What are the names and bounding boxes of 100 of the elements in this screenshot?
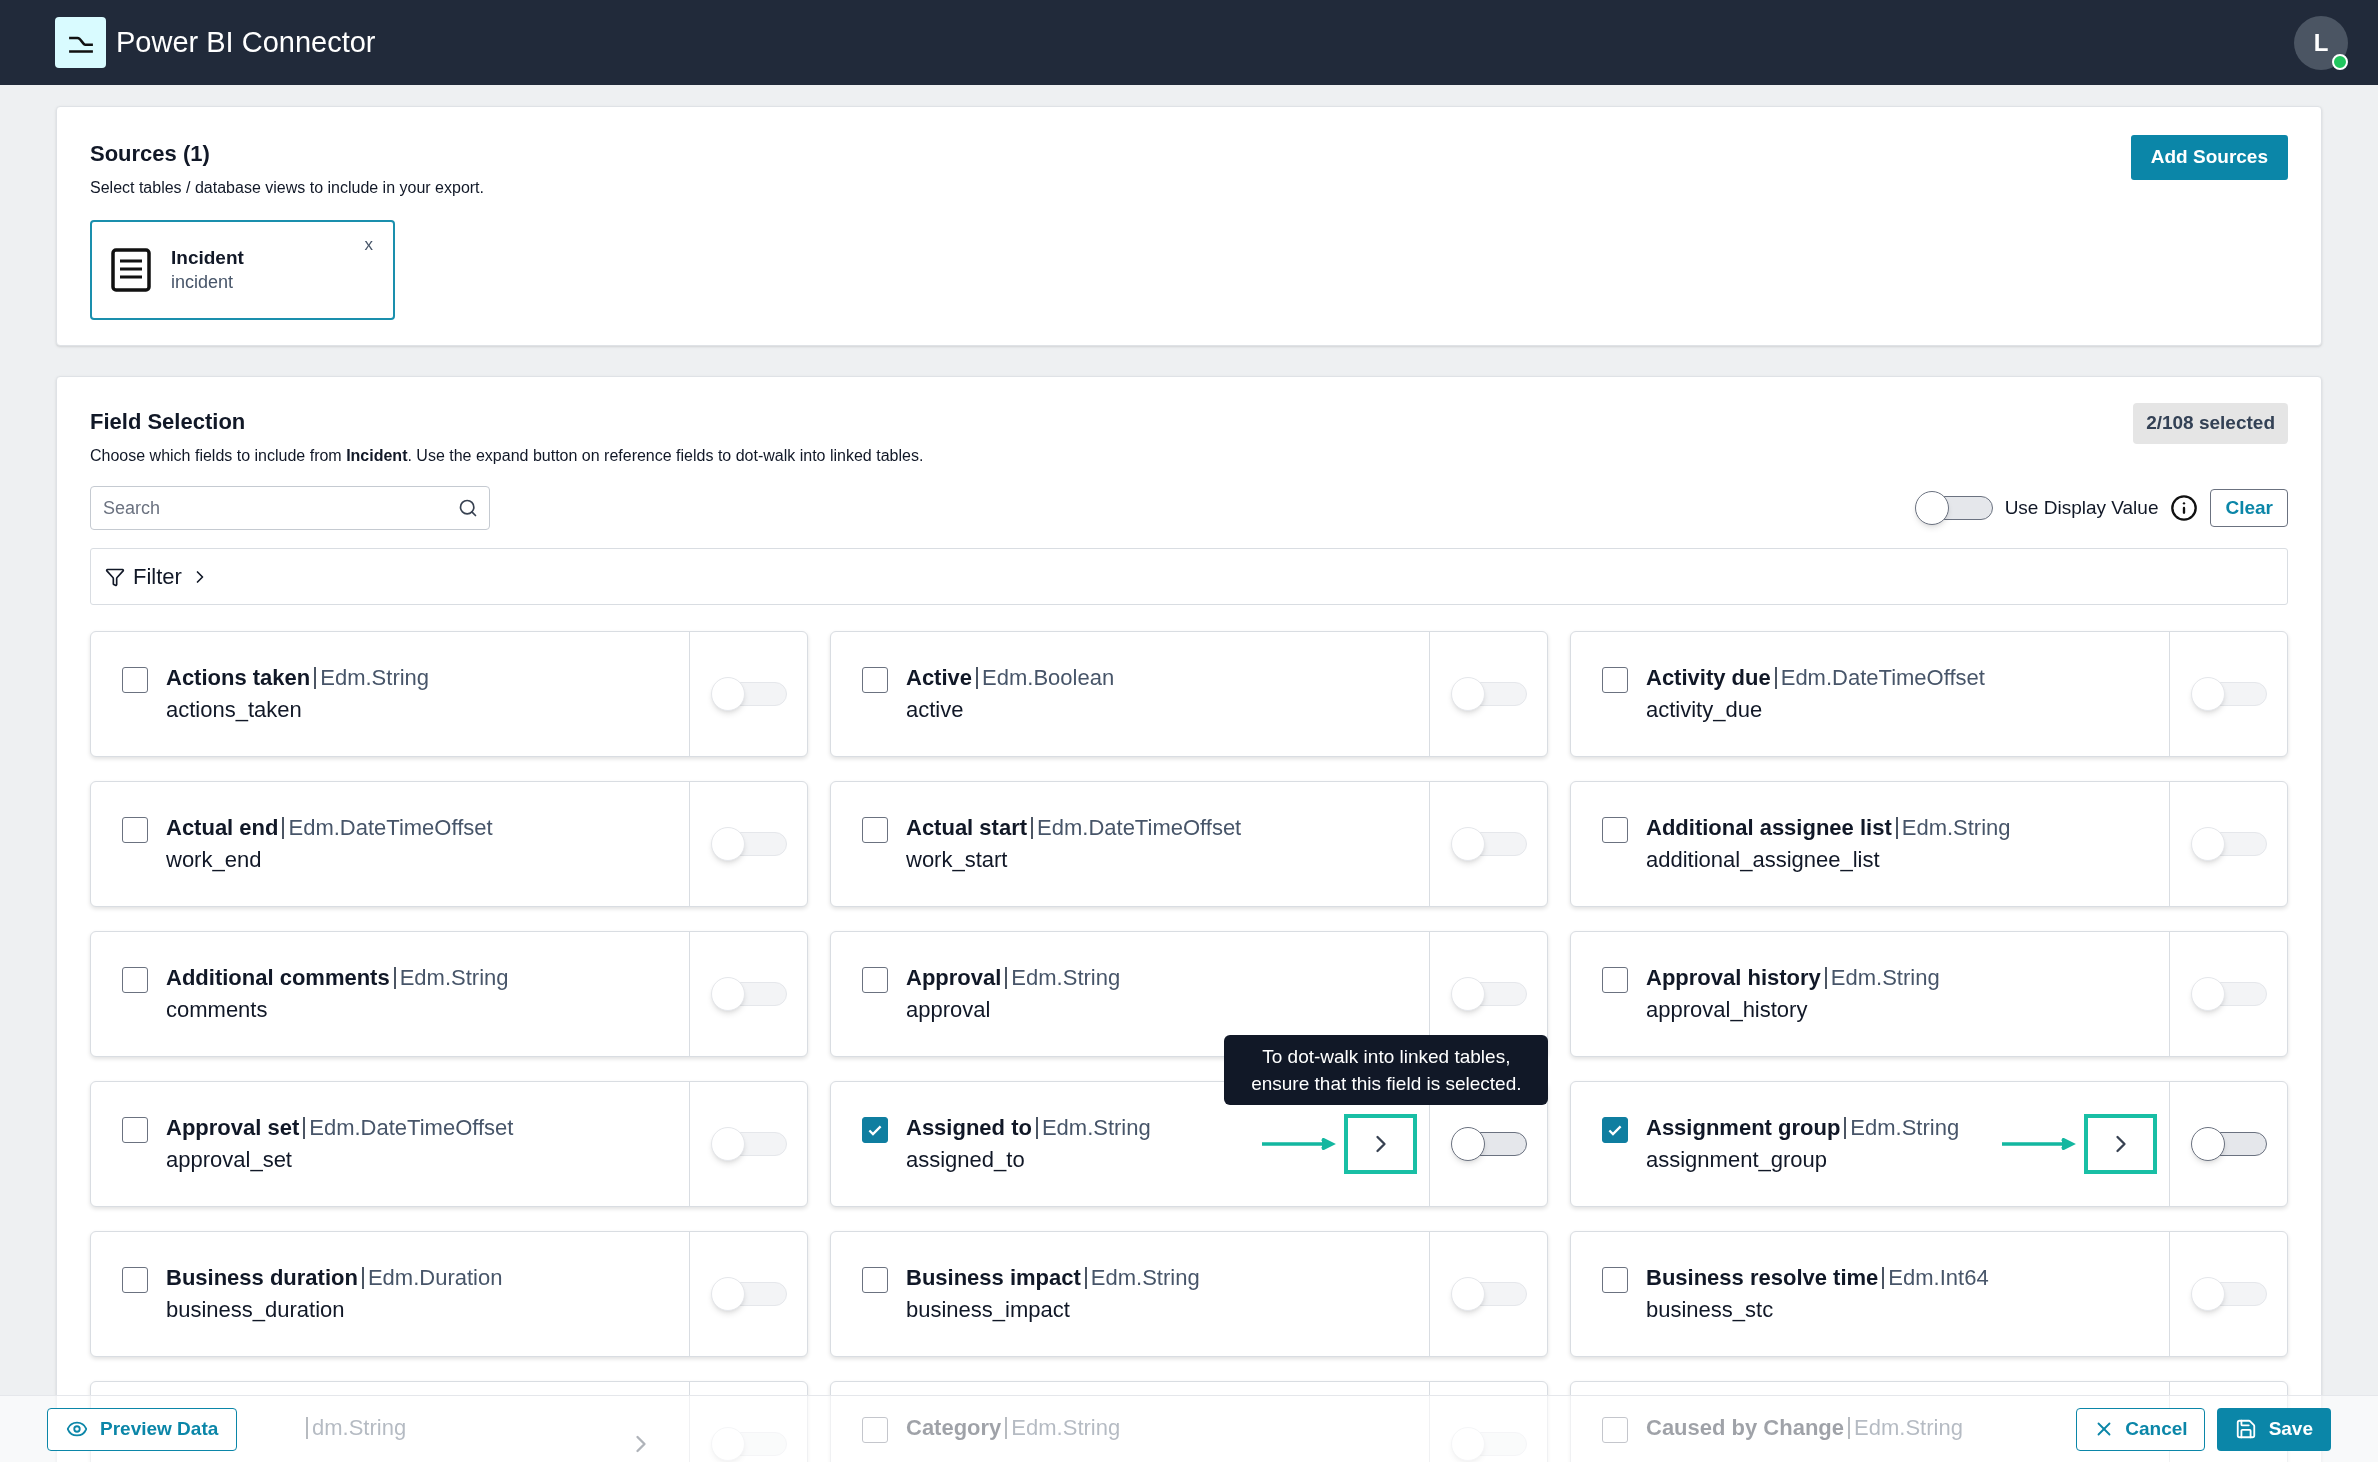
online-status-icon bbox=[2332, 53, 2348, 70]
section-subtitle: Select tables / database views to include in your export. bbox=[90, 178, 484, 198]
field-type: Edm.String bbox=[1850, 1114, 1960, 1142]
cancel-button[interactable]: Cancel bbox=[2076, 1407, 2205, 1451]
checkbox[interactable] bbox=[862, 1117, 888, 1143]
field-type: Edm.String bbox=[1854, 1414, 1963, 1442]
field-name: Caused by Change bbox=[1646, 1414, 1845, 1442]
checkbox[interactable] bbox=[862, 1417, 888, 1443]
toggle-switch[interactable] bbox=[710, 1277, 787, 1311]
source-name: Incident bbox=[171, 246, 244, 270]
field-api-name: business_impact bbox=[906, 1296, 1071, 1324]
field-type: Edm.DateTimeOffset bbox=[288, 814, 493, 842]
checkbox[interactable] bbox=[122, 1267, 148, 1293]
field-name: Approval set bbox=[166, 1114, 300, 1142]
checkbox[interactable] bbox=[1602, 817, 1628, 843]
checkbox[interactable] bbox=[862, 967, 888, 993]
tooltip: To dot-walk into linked tables, ensure that this field is selected. bbox=[1224, 1035, 1549, 1105]
field-name: Business resolve time bbox=[1646, 1264, 1879, 1292]
toggle-label: Use Display Value bbox=[2004, 495, 2159, 520]
checkbox[interactable] bbox=[1602, 1117, 1628, 1143]
field-api-name: business_duration bbox=[166, 1296, 346, 1324]
clear-button[interactable]: Clear bbox=[2210, 489, 2288, 527]
field-name: Approval bbox=[906, 964, 1002, 992]
toggle-switch[interactable] bbox=[2190, 827, 2267, 861]
filter-icon bbox=[105, 566, 125, 587]
toggle-switch[interactable] bbox=[2190, 1127, 2267, 1161]
field-name: Actual start bbox=[906, 814, 1028, 842]
field-name: Approval history bbox=[1646, 964, 1821, 992]
arrow-icon bbox=[1262, 1138, 1336, 1150]
remove-button[interactable]: x bbox=[364, 232, 373, 258]
field-type: Edm.String bbox=[1041, 1114, 1151, 1142]
field-api-name: approval_set bbox=[166, 1146, 293, 1174]
checkbox[interactable] bbox=[122, 967, 148, 993]
search-field[interactable]: Search bbox=[90, 486, 490, 530]
field-api-name: work_end bbox=[166, 846, 263, 874]
save-button[interactable]: Save bbox=[2216, 1407, 2331, 1451]
field-type: Edm.DateTimeOffset bbox=[309, 1114, 514, 1142]
checkbox[interactable] bbox=[862, 667, 888, 693]
field-type: Edm.String bbox=[320, 664, 430, 692]
field-type: Edm.Boolean bbox=[982, 664, 1115, 692]
preview-data-button[interactable]: Preview Data bbox=[47, 1407, 238, 1451]
expand-button[interactable] bbox=[2084, 1114, 2157, 1174]
checkbox[interactable] bbox=[122, 817, 148, 843]
field-type: Edm.String bbox=[1901, 814, 2011, 842]
field-type: Edm.String bbox=[1011, 964, 1121, 992]
checkbox[interactable] bbox=[122, 667, 148, 693]
selected-count-badge: 2/108 selected bbox=[2133, 403, 2288, 444]
toggle-switch[interactable] bbox=[1450, 1277, 1527, 1311]
checkbox[interactable] bbox=[862, 817, 888, 843]
toggle-switch[interactable] bbox=[1450, 827, 1527, 861]
info-icon[interactable] bbox=[2170, 494, 2199, 522]
checkbox[interactable] bbox=[862, 1267, 888, 1293]
field-name: Assigned to bbox=[906, 1114, 1032, 1142]
checkbox[interactable] bbox=[1602, 1417, 1628, 1443]
field-type: Edm.DateTimeOffset bbox=[1037, 814, 1242, 842]
field-name: Category bbox=[906, 1414, 1002, 1442]
field-api-name: work_start bbox=[906, 846, 1009, 874]
toggle-switch[interactable] bbox=[1450, 1127, 1527, 1161]
arrow-icon bbox=[2002, 1138, 2076, 1150]
document-lines-icon bbox=[111, 248, 151, 292]
toggle-switch[interactable] bbox=[2190, 1277, 2267, 1311]
field-name: Additional assignee list bbox=[1646, 814, 1892, 842]
toggle-switch[interactable] bbox=[2190, 977, 2267, 1011]
checkbox[interactable] bbox=[1602, 1267, 1628, 1293]
field-api-name: additional_assignee_list bbox=[1646, 846, 1881, 874]
field-type: Edm.Duration bbox=[367, 1264, 503, 1292]
field-api-name: approval_history bbox=[1646, 996, 1809, 1024]
field-api-name: activity_due bbox=[1646, 696, 1764, 724]
field-name: Assignment group bbox=[1646, 1114, 1841, 1142]
toggle-switch[interactable] bbox=[710, 977, 787, 1011]
field-api-name: assigned_to bbox=[906, 1146, 1026, 1174]
field-name: Activity due bbox=[1646, 664, 1771, 692]
field-api-name: approval bbox=[906, 996, 992, 1024]
field-type: Edm.String bbox=[1090, 1264, 1200, 1292]
filter-bar[interactable]: Filter bbox=[90, 548, 2288, 605]
toggle-switch[interactable] bbox=[2190, 677, 2267, 711]
field-api-name: comments bbox=[166, 996, 269, 1024]
save-icon bbox=[2234, 1418, 2257, 1440]
toggle-switch[interactable] bbox=[710, 827, 787, 861]
field-api-name: assignment_group bbox=[1646, 1146, 1828, 1174]
toggle-switch[interactable] bbox=[1450, 977, 1527, 1011]
add-sources-button[interactable]: Add Sources bbox=[2130, 135, 2288, 180]
source-table: incident bbox=[171, 270, 244, 295]
field-name: Business impact bbox=[906, 1264, 1081, 1292]
field-name: Actual end bbox=[166, 814, 279, 842]
field-name: Actions taken bbox=[166, 664, 311, 692]
toggle-switch[interactable] bbox=[710, 1127, 787, 1161]
toggle-switch[interactable] bbox=[710, 677, 787, 711]
toggle-switch[interactable] bbox=[1914, 491, 1993, 525]
source-chip[interactable]: Incident incident x bbox=[90, 220, 395, 320]
toggle-switch[interactable] bbox=[1450, 677, 1527, 711]
field-api-name: business_stc bbox=[1646, 1296, 1775, 1324]
expand-button[interactable] bbox=[1344, 1114, 1417, 1174]
field-type: Edm.DateTimeOffset bbox=[1780, 664, 1985, 692]
field-name: Active bbox=[906, 664, 973, 692]
checkbox[interactable] bbox=[122, 1117, 148, 1143]
user-avatar[interactable]: L bbox=[2294, 15, 2348, 70]
checkbox[interactable] bbox=[1602, 667, 1628, 693]
field-type: Edm.String bbox=[399, 964, 509, 992]
checkbox[interactable] bbox=[1602, 967, 1628, 993]
